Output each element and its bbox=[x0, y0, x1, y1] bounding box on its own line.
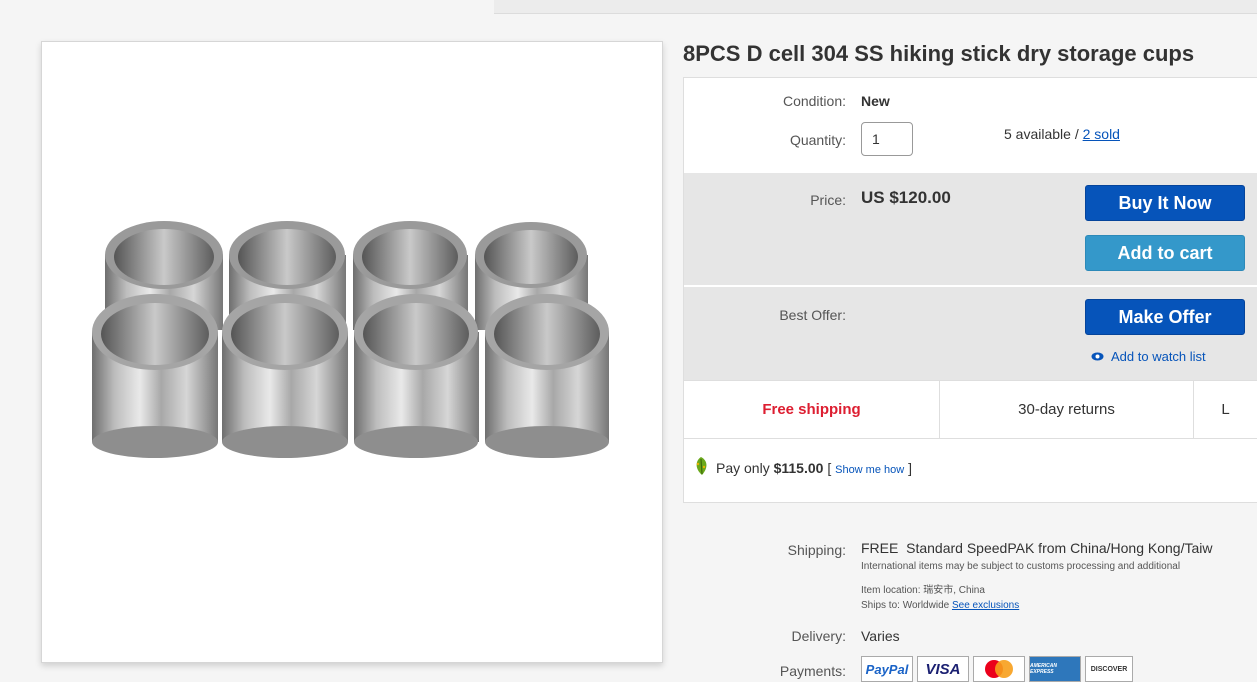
price-value: US $120.00 bbox=[861, 188, 951, 207]
shipping-label: Shipping: bbox=[787, 542, 846, 558]
mastercard-logo bbox=[973, 656, 1025, 682]
price-label: Price: bbox=[810, 192, 846, 208]
ships-to-text: Ships to: Worldwide bbox=[861, 600, 952, 611]
paypal-logo: PayPal bbox=[861, 656, 913, 682]
sold-link[interactable]: 2 sold bbox=[1083, 126, 1120, 142]
intl-note: International items may be subject to cu… bbox=[861, 561, 1181, 572]
shipping-free: FREE bbox=[861, 540, 899, 556]
third-badge: L bbox=[1221, 401, 1230, 418]
free-shipping-badge: Free shipping bbox=[762, 401, 861, 418]
shipping-value: FREE Standard SpeedPAK from China/Hong K… bbox=[861, 540, 1213, 556]
quantity-input[interactable]: 1 bbox=[861, 122, 913, 156]
cup-front-3 bbox=[354, 294, 479, 458]
make-offer-button[interactable]: Make Offer bbox=[1085, 299, 1245, 335]
eye-icon bbox=[1091, 349, 1104, 364]
visa-logo: VISA bbox=[917, 656, 969, 682]
ships-to: Ships to: Worldwide See exclusions bbox=[861, 600, 1019, 611]
watch-list-label: Add to watch list bbox=[1111, 349, 1206, 364]
discover-logo: DISCOVER bbox=[1085, 656, 1133, 682]
pay-only-amount: $115.00 bbox=[773, 459, 824, 476]
availability: 5 available / 2 sold bbox=[1004, 126, 1120, 142]
best-offer-label: Best Offer: bbox=[779, 307, 846, 323]
amex-logo: AMERICAN EXPRESS bbox=[1029, 656, 1081, 682]
top-bar bbox=[494, 0, 1257, 14]
delivery-label: Delivery: bbox=[791, 628, 846, 644]
pay-only-promo: Pay only $115.00 [ Show me how ] bbox=[692, 456, 912, 479]
pay-only-prefix: Pay only bbox=[716, 459, 774, 476]
bracket-close: ] bbox=[904, 459, 912, 476]
item-location: Item location: 瑞安市, China bbox=[861, 585, 985, 596]
watch-list-link[interactable]: Add to watch list bbox=[1091, 349, 1206, 364]
cup-front-1 bbox=[92, 294, 218, 458]
available-text: 5 available / bbox=[1004, 126, 1083, 142]
shipping-service: Standard SpeedPAK from China/Hong Kong/T… bbox=[906, 540, 1213, 556]
show-me-how-link[interactable]: Show me how bbox=[835, 464, 904, 476]
bracket-open: [ bbox=[823, 459, 836, 476]
payments-label: Payments: bbox=[779, 663, 846, 679]
leaf-icon bbox=[692, 456, 710, 479]
cup-front-4 bbox=[485, 294, 609, 458]
buy-it-now-button[interactable]: Buy It Now bbox=[1085, 185, 1245, 221]
features-row: Free shipping 30-day returns L bbox=[684, 380, 1257, 439]
item-title: 8PCS D cell 304 SS hiking stick dry stor… bbox=[683, 41, 1195, 66]
add-to-cart-button[interactable]: Add to cart bbox=[1085, 235, 1245, 271]
returns-badge: 30-day returns bbox=[1018, 401, 1115, 418]
delivery-value: Varies bbox=[861, 628, 900, 644]
condition-label: Condition: bbox=[782, 93, 846, 109]
product-image bbox=[92, 221, 609, 458]
condition-value: New bbox=[861, 93, 890, 109]
cup-front-2 bbox=[222, 294, 348, 458]
quantity-label: Quantity: bbox=[789, 132, 846, 148]
see-exclusions-link[interactable]: See exclusions bbox=[952, 600, 1019, 611]
product-photo[interactable] bbox=[41, 41, 663, 663]
